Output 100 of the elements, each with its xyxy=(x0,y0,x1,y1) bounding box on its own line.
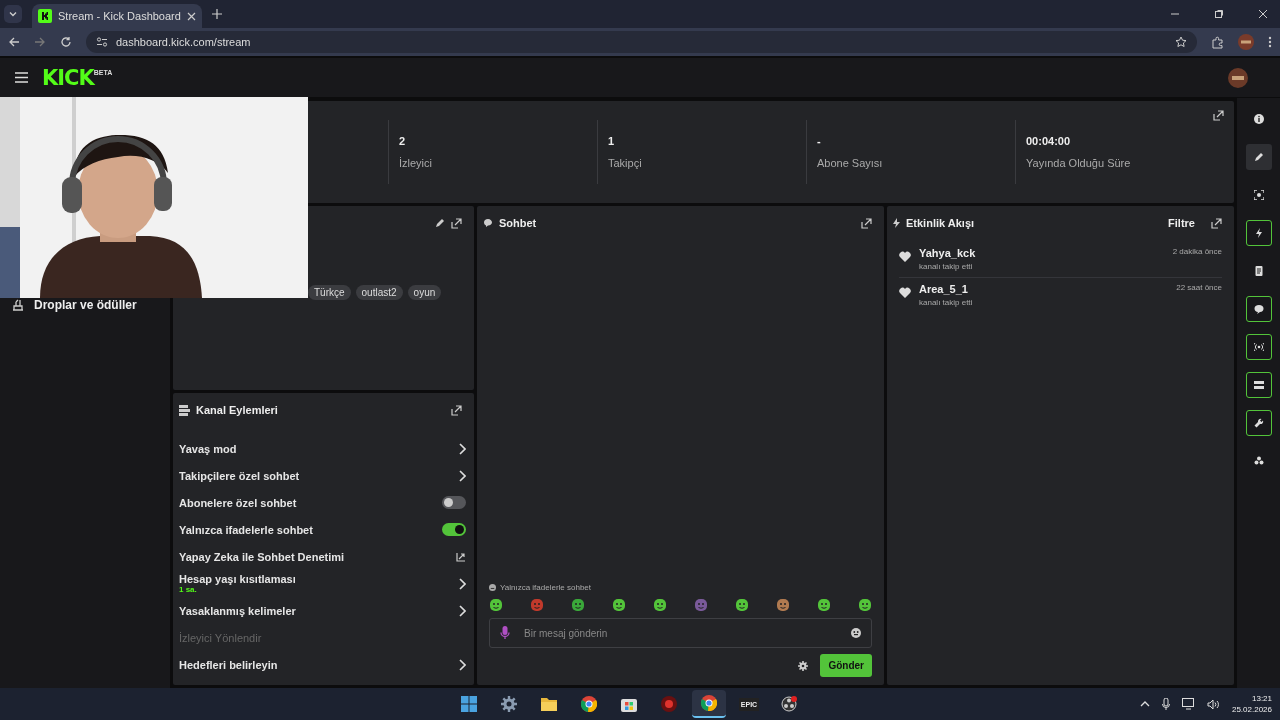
tag[interactable]: outlast2 xyxy=(355,285,403,300)
bolt-button[interactable] xyxy=(1245,220,1272,246)
emote-icon[interactable] xyxy=(489,598,503,612)
kick-favicon-icon xyxy=(38,9,52,23)
store-icon xyxy=(621,696,637,712)
event-username[interactable]: Area_5_1 xyxy=(919,283,1169,295)
microphone-icon[interactable] xyxy=(1161,697,1170,711)
address-field[interactable]: dashboard.kick.com/stream xyxy=(86,31,1197,53)
chevron-right-icon[interactable] xyxy=(459,604,466,617)
toggle-switch[interactable] xyxy=(442,523,466,536)
extensions-icon[interactable] xyxy=(1211,35,1224,49)
chat-button[interactable] xyxy=(1245,296,1272,322)
user-avatar-icon[interactable] xyxy=(1228,67,1248,88)
restore-icon[interactable] xyxy=(1214,9,1224,19)
round-app-icon xyxy=(661,696,677,712)
menu-dots-icon[interactable] xyxy=(1268,36,1272,48)
profile-avatar-icon[interactable] xyxy=(1238,34,1254,50)
browser-icon xyxy=(701,695,717,711)
forward-icon[interactable] xyxy=(34,36,46,48)
action-value: 1 sa. xyxy=(179,585,198,594)
microphone-icon[interactable] xyxy=(500,626,510,640)
toggle-switch[interactable] xyxy=(442,496,466,509)
chat-icon xyxy=(1253,304,1264,314)
chrome-taskbar-button[interactable] xyxy=(692,690,726,718)
stat-label: Yayında Olduğu Süre xyxy=(1026,157,1132,169)
kick-logo[interactable]: KICK xyxy=(42,65,94,90)
pencil-button[interactable] xyxy=(1245,144,1272,170)
message-composer[interactable]: Bir mesaj gönderin xyxy=(489,618,872,648)
action-label[interactable]: Yalnızca ifadelerle sohbet xyxy=(179,523,313,536)
tab-list-button[interactable] xyxy=(4,5,22,23)
emoji-icon[interactable] xyxy=(851,628,861,638)
action-label[interactable]: Hesap yaşı kısıtlaması xyxy=(179,573,296,585)
emote-icon[interactable] xyxy=(735,598,749,612)
emote-icon[interactable] xyxy=(653,598,667,612)
action-label[interactable]: Abonelere özel sohbet xyxy=(179,496,297,509)
event-time: 22 saat önce xyxy=(1176,283,1222,292)
chat-mode-notice: Yalnızca ifadelerle sohbet xyxy=(500,583,592,592)
three-dots-circle-icon xyxy=(781,696,797,712)
stat-label: İzleyici xyxy=(399,157,433,169)
emoji-icon xyxy=(489,584,496,591)
wrench-icon xyxy=(1253,418,1264,428)
close-icon[interactable] xyxy=(187,11,196,21)
heart-icon xyxy=(899,251,911,262)
star-icon[interactable] xyxy=(1175,36,1187,48)
action-label[interactable]: Yapay Zeka ile Sohbet Denetimi xyxy=(179,550,345,563)
chevron-right-icon[interactable] xyxy=(459,658,466,671)
dots-icon xyxy=(1253,456,1264,466)
send-button[interactable]: Gönder xyxy=(820,654,872,677)
chevron-up-icon[interactable] xyxy=(1139,701,1150,707)
focus-icon xyxy=(1253,190,1264,200)
broadcast-button[interactable] xyxy=(1245,334,1272,360)
windows-logo-icon xyxy=(461,696,477,712)
action-label[interactable]: Takipçilere özel sohbet xyxy=(179,469,300,482)
filter-button[interactable]: Filtre xyxy=(1168,217,1205,229)
panel-title: Sohbet xyxy=(499,217,537,229)
emote-icon[interactable] xyxy=(858,598,872,612)
volume-icon[interactable] xyxy=(1206,698,1220,710)
settings-icon[interactable] xyxy=(798,660,809,671)
tag[interactable]: Türkçe xyxy=(308,285,351,300)
close-icon[interactable] xyxy=(1258,9,1268,19)
back-icon[interactable] xyxy=(8,36,20,48)
reload-icon[interactable] xyxy=(60,36,72,48)
emote-icon[interactable] xyxy=(776,598,790,612)
event-username[interactable]: Yahya_kck xyxy=(919,247,1165,259)
clip-button[interactable] xyxy=(1245,372,1272,398)
broadcast-icon xyxy=(1253,342,1264,352)
popout-icon[interactable] xyxy=(1211,217,1222,229)
chevron-right-icon[interactable] xyxy=(459,442,466,455)
tag[interactable]: oyun xyxy=(407,285,442,300)
clock-time[interactable]: 13:21 xyxy=(1252,694,1272,703)
wrench-button[interactable] xyxy=(1245,410,1272,436)
action-label[interactable]: Yasaklanmış kelimeler xyxy=(179,604,296,617)
browser-tab[interactable]: Stream - Kick Dashboard xyxy=(32,4,202,28)
external-link-icon[interactable] xyxy=(456,551,466,562)
sidebar-item[interactable]: Droplar ve ödüller xyxy=(12,298,170,312)
edit-icon[interactable] xyxy=(435,218,445,228)
chevron-right-icon[interactable] xyxy=(459,469,466,482)
chevron-down-icon xyxy=(8,9,18,19)
clock-date[interactable]: 25.02.2026 xyxy=(1231,705,1272,714)
action-label[interactable]: Yavaş mod xyxy=(179,442,237,455)
chevron-right-icon[interactable] xyxy=(459,577,466,590)
menu-icon[interactable] xyxy=(15,72,28,83)
popout-icon[interactable] xyxy=(1213,110,1224,121)
stat-label: Takipçi xyxy=(608,157,643,169)
message-input[interactable]: Bir mesaj gönderin xyxy=(522,626,839,640)
new-tab-icon[interactable] xyxy=(212,9,222,19)
stat-label: Abone Sayısı xyxy=(817,157,884,169)
emote-icon[interactable] xyxy=(612,598,626,612)
emote-icon[interactable] xyxy=(571,598,585,612)
event-description: kanalı takip etti xyxy=(919,262,974,271)
popout-icon[interactable] xyxy=(451,217,462,229)
heart-icon xyxy=(899,287,911,298)
emote-icon[interactable] xyxy=(817,598,831,612)
emote-icon[interactable] xyxy=(530,598,544,612)
site-settings-icon[interactable] xyxy=(96,36,108,48)
popout-icon[interactable] xyxy=(451,404,462,416)
doc-icon xyxy=(1253,266,1264,276)
action-label[interactable]: Hedefleri belirleyin xyxy=(179,658,278,671)
panel-title: Kanal Eylemleri xyxy=(196,404,278,416)
popout-icon[interactable] xyxy=(861,217,872,229)
